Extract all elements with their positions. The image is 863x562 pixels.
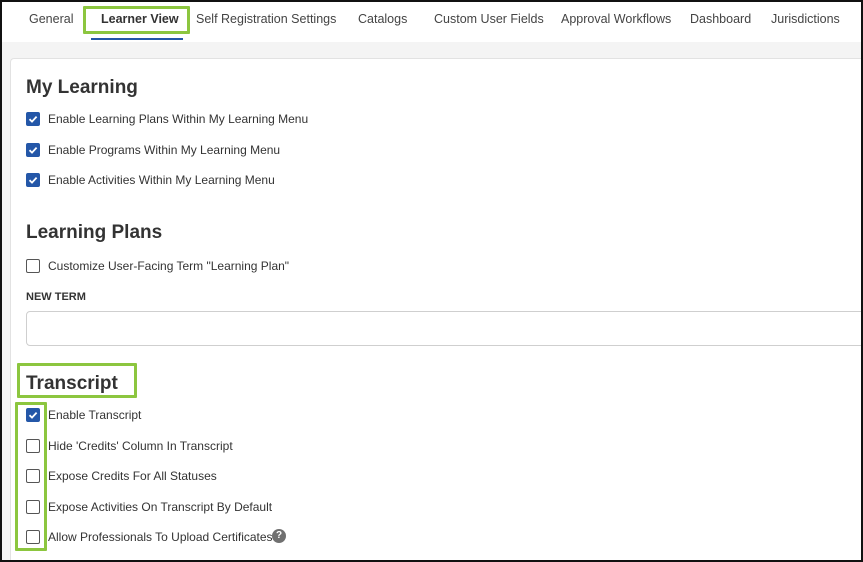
tab-self-registration-settings[interactable]: Self Registration Settings [196,12,336,26]
checkbox-checked[interactable] [26,143,40,157]
tab-approval-workflows[interactable]: Approval Workflows [561,12,671,26]
tab-learner-view[interactable]: Learner View [101,12,179,26]
tab-catalogs[interactable]: Catalogs [358,12,407,26]
checkbox-unchecked[interactable] [26,259,40,273]
tab-general[interactable]: General [29,12,73,26]
option-label: Expose Activities On Transcript By Defau… [48,500,273,514]
checkbox-checked[interactable] [26,173,40,187]
section-title-learning-plans: Learning Plans [26,222,163,243]
tab-custom-user-fields[interactable]: Custom User Fields [434,12,544,26]
settings-panel [10,58,861,560]
section-title-my-learning: My Learning [26,77,138,98]
new-term-label: NEW TERM [26,291,86,303]
checkbox-unchecked[interactable] [26,439,40,453]
option-label: Enable Activities Within My Learning Men… [48,173,275,187]
checkbox-checked[interactable] [26,408,40,422]
section-title-transcript: Transcript [26,373,118,394]
option-label: Customize User-Facing Term "Learning Pla… [48,259,290,273]
option-label: Hide 'Credits' Column In Transcript [48,439,233,453]
active-tab-indicator [91,38,183,40]
tab-jurisdictions[interactable]: Jurisdictions [771,12,840,26]
option-label: Enable Programs Within My Learning Menu [48,143,281,157]
tab-bar: General Learner View Self Registration S… [2,2,861,42]
new-term-input[interactable] [26,311,861,346]
option-label: Enable Transcript [48,408,142,422]
settings-window: General Learner View Self Registration S… [0,0,863,562]
option-label: Expose Credits For All Statuses [48,469,217,483]
checkbox-unchecked[interactable] [26,530,40,544]
checkbox-checked[interactable] [26,112,40,126]
checkbox-unchecked[interactable] [26,469,40,483]
tab-dashboard[interactable]: Dashboard [690,12,751,26]
checkbox-unchecked[interactable] [26,500,40,514]
question-circle-icon[interactable]: ? [272,529,286,543]
option-label: Enable Learning Plans Within My Learning… [48,112,309,126]
option-label: Allow Professionals To Upload Certificat… [48,530,273,544]
